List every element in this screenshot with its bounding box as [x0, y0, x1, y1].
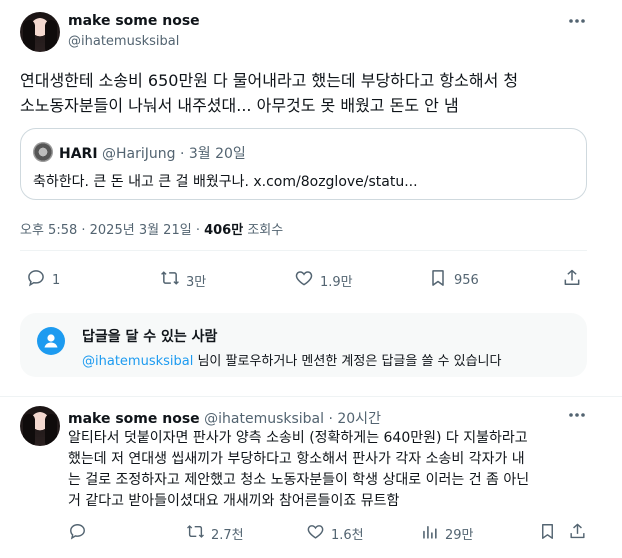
reply-retweet-button[interactable]: 2.7천 — [186, 522, 244, 545]
tweet-text-line: 소노동자분들이 나눠서 내주셨대... 아무것도 못 배웠고 돈도 안 냄 — [20, 96, 459, 115]
quote-text: 축하한다. 큰 돈 내고 큰 걸 배웠구나. x.com/8ozglove/st… — [33, 174, 418, 190]
at-mention-icon — [37, 327, 65, 355]
more-options-icon[interactable] — [568, 18, 586, 24]
reply-like-button[interactable]: 1.6천 — [306, 522, 364, 545]
reply-text-line: 거 같다고 받아들이셨대요 개새끼와 참어른들이죠 뮤트함 — [68, 493, 400, 509]
reply-text-line: 알티타서 덧붙이자면 판사가 양측 소송비 (정확하게는 640만원) 다 지불… — [68, 430, 528, 446]
quote-tweet-card[interactable]: HARI @HariJung · 3월 20일 축하한다. 큰 돈 내고 큰 걸… — [20, 128, 587, 200]
quote-avatar-icon — [33, 142, 53, 162]
reply-more-options-icon[interactable] — [568, 412, 586, 418]
heart-icon — [294, 268, 320, 292]
reply-avatar[interactable] — [20, 406, 60, 446]
retweet-icon — [186, 522, 211, 545]
quote-date: 3월 20일 — [188, 146, 246, 162]
bookmark-count: 956 — [454, 272, 479, 288]
reply-count: 1 — [52, 272, 61, 288]
handle[interactable]: @ihatemusksibal — [68, 34, 179, 49]
reply-permission-text: 님이 팔로우하거나 멘션한 계정은 답글을 쓸 수 있습니다 — [193, 354, 502, 369]
tweet-text-line: 연대생한테 소송비 650만원 다 물어내라고 했는데 부당하다고 항소해서 청 — [20, 71, 519, 90]
reply-icon — [26, 268, 52, 292]
reply-text-line: 는 걸로 조정하자고 제안했고 청소 노동자분들이 학생 상대로 이러는 건 좀… — [68, 472, 530, 488]
views-label: 조회수 — [247, 223, 284, 238]
reply-permission-title: 답글을 달 수 있는 사람 — [82, 329, 218, 345]
retweet-button[interactable]: 3만 — [160, 268, 206, 292]
like-button[interactable]: 1.9만 — [294, 268, 353, 292]
analytics-icon — [420, 522, 445, 545]
reply-reply-icon[interactable] — [68, 522, 87, 545]
reply-share-icon[interactable] — [568, 522, 587, 545]
timestamp[interactable]: 오후 5:58 · 2025년 3월 21일 · — [20, 223, 200, 238]
reply-text: 알티타서 덧붙이자면 판사가 양측 소송비 (정확하게는 640만원) 다 지불… — [68, 428, 608, 512]
display-name[interactable]: make some nose — [68, 13, 200, 29]
reply-display-name[interactable]: make some nose — [68, 411, 200, 427]
quote-handle: @HariJung — [102, 146, 176, 162]
heart-icon — [306, 522, 331, 545]
quote-display-name: HARI — [59, 146, 98, 162]
reply-views-button[interactable]: 29만 — [420, 522, 474, 545]
bookmark-button[interactable]: 956 — [428, 268, 479, 292]
like-count: 1.9만 — [320, 274, 353, 290]
reply-permission-handle[interactable]: @ihatemusksibal — [82, 354, 193, 369]
share-icon[interactable] — [562, 268, 582, 292]
reply-text-line: 했는데 저 연대생 씹새끼가 부당하다고 항소해서 판사가 각자 소송비 각자가… — [68, 451, 525, 467]
reply-handle-time[interactable]: @ihatemusksibal · 20시간 — [204, 411, 381, 427]
reply-views-count: 29만 — [445, 528, 474, 543]
divider — [0, 396, 622, 397]
views-count: 406만 — [204, 223, 244, 238]
retweet-icon — [160, 268, 186, 292]
reply-bookmark-icon[interactable] — [538, 522, 557, 545]
reply-like-count: 1.6천 — [331, 528, 364, 543]
retweet-count: 3만 — [186, 274, 207, 290]
divider — [20, 250, 587, 251]
quote-separator: · — [179, 146, 185, 162]
tweet-text: 연대생한테 소송비 650만원 다 물어내라고 했는데 부당하다고 항소해서 청… — [20, 68, 610, 118]
bookmark-icon — [428, 268, 454, 292]
reply-permission-box: 답글을 달 수 있는 사람 @ihatemusksibal 님이 팔로우하거나 … — [20, 313, 587, 377]
reply-retweet-count: 2.7천 — [211, 528, 244, 543]
reply-button[interactable]: 1 — [26, 268, 60, 292]
avatar[interactable] — [20, 12, 60, 52]
